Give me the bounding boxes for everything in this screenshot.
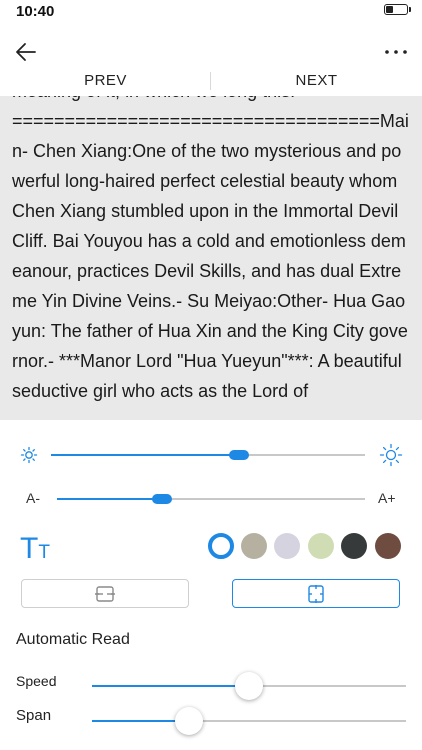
next-button[interactable]: NEXT — [211, 68, 422, 96]
battery-icon — [384, 4, 408, 15]
font-size-icon[interactable]: TT — [20, 534, 50, 568]
theme-swatch[interactable] — [208, 533, 234, 559]
scroll-mode-button[interactable] — [232, 579, 400, 608]
font-size-thumb[interactable] — [151, 494, 172, 504]
theme-swatch[interactable] — [274, 533, 300, 559]
more-horizontal-icon — [385, 50, 407, 54]
typeface-small: T — [38, 542, 50, 563]
chapter-text: meaning of it, in which we long this.===… — [12, 96, 409, 401]
typeface-large: T — [20, 532, 39, 565]
nav-divider — [210, 72, 211, 90]
page-flip-horizontal-icon — [95, 585, 115, 602]
reader-area[interactable]: meaning of it, in which we long this.===… — [0, 96, 422, 420]
span-label: Span — [16, 707, 52, 724]
theme-swatch[interactable] — [341, 533, 367, 559]
battery-tip — [409, 7, 411, 12]
arrow-left-icon — [16, 43, 36, 61]
page-flip-mode-button[interactable] — [21, 579, 189, 608]
theme-swatch[interactable] — [241, 533, 267, 559]
theme-swatch[interactable] — [308, 533, 334, 559]
auto-read-title: Automatic Read — [16, 631, 130, 648]
speed-thumb[interactable] — [235, 672, 263, 700]
font-size-slider[interactable] — [57, 494, 365, 504]
back-button[interactable] — [10, 36, 42, 68]
chapter-nav: PREV NEXT — [0, 68, 422, 96]
font-decrease-button[interactable]: A- — [26, 490, 40, 506]
sun-small-icon — [19, 445, 39, 470]
speed-label: Speed — [16, 673, 57, 689]
font-increase-button[interactable]: A+ — [378, 490, 396, 506]
prev-button[interactable]: PREV — [0, 68, 211, 96]
theme-swatch[interactable] — [375, 533, 401, 559]
status-time: 10:40 — [16, 3, 55, 20]
brightness-thumb[interactable] — [229, 450, 250, 460]
page-scroll-vertical-icon — [308, 584, 324, 603]
speed-slider[interactable] — [92, 672, 406, 700]
span-slider[interactable] — [92, 707, 406, 735]
brightness-slider[interactable] — [51, 450, 365, 460]
sun-large-icon — [379, 443, 403, 472]
more-button[interactable] — [380, 36, 412, 68]
